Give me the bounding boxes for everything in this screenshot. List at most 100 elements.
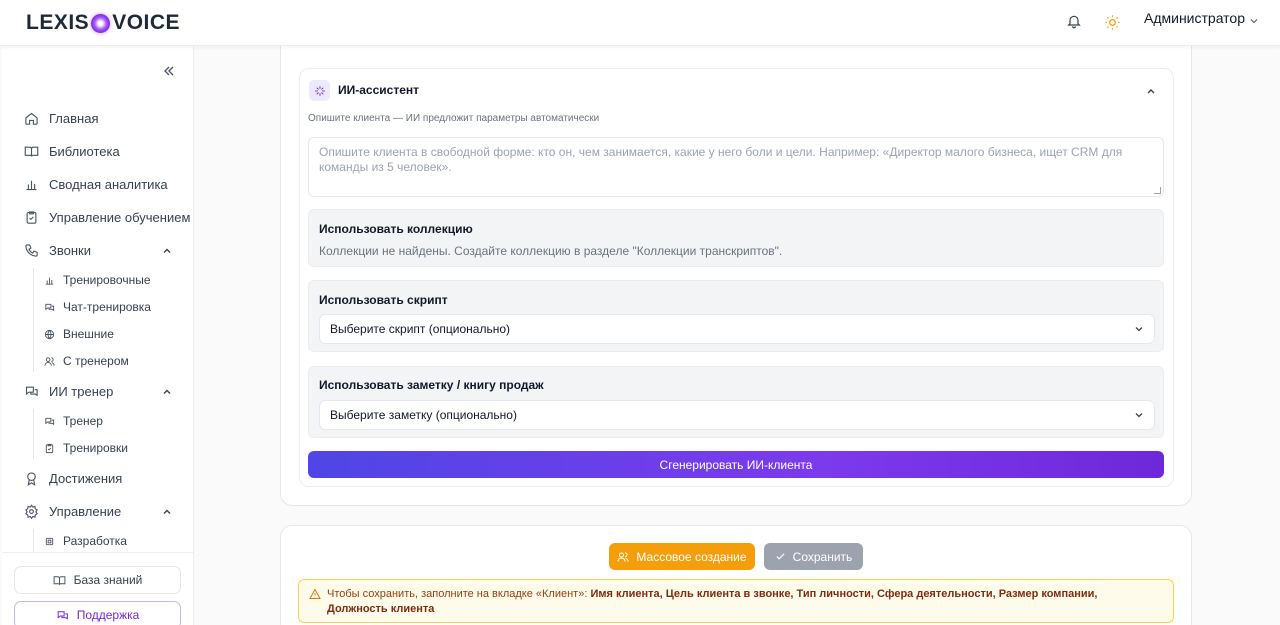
sidebar-item-training-calls[interactable]: Тренировочные: [44, 273, 151, 287]
warning-icon: [309, 588, 321, 599]
sidebar-item-label: Достижения: [49, 471, 123, 486]
chevron-down-icon: [1135, 413, 1143, 418]
users-icon: [617, 551, 629, 562]
sidebar-divider: [2, 552, 193, 553]
save-label: Сохранить: [792, 549, 853, 564]
sidebar-item-trainings[interactable]: Тренировки: [44, 441, 128, 455]
script-select-value: Выберите скрипт (опционально): [330, 322, 511, 336]
sparkles-icon: [309, 80, 330, 101]
knowledge-base-label: База знаний: [73, 573, 143, 587]
sidebar-item-management[interactable]: Управление: [24, 504, 121, 519]
home-icon: [25, 112, 38, 125]
collection-title: Использовать коллекцию: [319, 222, 473, 236]
submenu-line: [33, 529, 34, 553]
chevron-up-icon[interactable]: [162, 387, 172, 397]
clipboard-icon: [45, 443, 54, 453]
collection-empty-text: Коллекции не найдены. Создайте коллекцию…: [319, 244, 783, 258]
users-icon: [44, 356, 55, 366]
sidebar-item-trainer[interactable]: Тренер: [44, 414, 103, 428]
check-icon: [776, 553, 785, 560]
chat-icon: [57, 610, 68, 620]
sidebar-item-label: Тренер: [63, 414, 103, 428]
clipboard-icon: [26, 211, 37, 224]
chevron-down-icon: [1135, 327, 1143, 332]
logo-text-left: LEXIS: [26, 11, 90, 34]
bar-chart-icon: [45, 277, 54, 285]
note-select-value: Выберите заметку (опционально): [330, 408, 517, 422]
support-button[interactable]: Поддержка: [14, 601, 181, 625]
bell-icon[interactable]: [1066, 13, 1082, 29]
knowledge-base-button[interactable]: База знаний: [14, 566, 181, 594]
sidebar-item-label: Чат-тренировка: [63, 300, 151, 314]
chat-icon: [45, 303, 55, 311]
submenu-line: [33, 268, 34, 372]
sidebar-item-library[interactable]: Библиотека: [24, 144, 120, 159]
note-select[interactable]: Выберите заметку (опционально): [319, 400, 1155, 430]
sidebar-item-label: Разработка: [63, 534, 127, 548]
resize-grip-icon[interactable]: [1154, 187, 1161, 194]
sidebar-item-label: Управление обучением: [49, 210, 191, 225]
script-section: Использовать скрипт Выберите скрипт (опц…: [308, 280, 1164, 352]
sidebar-item-label: Внешние: [63, 327, 114, 341]
sidebar-item-label: Тренировочные: [63, 273, 151, 287]
sidebar-item-label: Звонки: [49, 243, 91, 258]
mass-create-button[interactable]: Массовое создание: [609, 543, 755, 570]
sidebar-item-training-management[interactable]: Управление обучением: [24, 210, 190, 225]
phone-icon: [25, 244, 38, 257]
sidebar-item-analytics[interactable]: Сводная аналитика: [24, 177, 168, 192]
validation-warning: Чтобы сохранить, заполните на вкладке «К…: [298, 579, 1174, 623]
sidebar-item-label: Сводная аналитика: [49, 177, 168, 192]
sidebar-item-chat-training[interactable]: Чат-тренировка: [44, 300, 151, 314]
award-icon: [27, 472, 36, 486]
note-title: Использовать заметку / книгу продаж: [319, 378, 544, 392]
gear-icon: [25, 504, 38, 519]
logo-text-right: VOICE: [112, 11, 181, 34]
support-label: Поддержка: [76, 608, 140, 622]
warning-text: Чтобы сохранить, заполните на вкладке «К…: [327, 587, 1157, 617]
sidebar-item-label: Тренировки: [63, 441, 129, 455]
mass-create-label: Массовое создание: [636, 549, 747, 564]
book-icon: [53, 575, 66, 585]
ai-assistant-hint: Опишите клиента — ИИ предложит параметры…: [308, 113, 600, 124]
sidebar: Главная Библиотека Сводная аналитика Упр…: [2, 46, 194, 625]
logo-orb-icon: [91, 13, 111, 33]
script-select[interactable]: Выберите скрипт (опционально): [319, 314, 1155, 344]
client-description-textarea[interactable]: Опишите клиента в свободной форме: кто о…: [308, 137, 1164, 197]
globe-icon: [44, 329, 55, 339]
bar-chart-icon: [26, 180, 37, 191]
sidebar-item-development[interactable]: Разработка: [44, 534, 127, 548]
chevron-up-icon[interactable]: [162, 507, 172, 517]
app: ИИ-ассистент Опишите клиента — ИИ предло…: [0, 0, 1280, 625]
chevron-up-icon[interactable]: [1146, 86, 1156, 96]
sidebar-item-with-trainer[interactable]: С тренером: [44, 354, 129, 368]
user-menu[interactable]: Администратор: [1144, 10, 1259, 26]
sun-icon[interactable]: [1104, 14, 1121, 31]
chevron-up-icon[interactable]: [162, 246, 172, 256]
sidebar-item-label: Библиотека: [49, 144, 120, 159]
script-title: Использовать скрипт: [319, 293, 448, 307]
sidebar-item-ai-trainer[interactable]: ИИ тренер: [24, 384, 113, 399]
sidebar-item-external[interactable]: Внешние: [44, 327, 114, 341]
collapse-sidebar-icon[interactable]: [162, 64, 176, 78]
sidebar-item-achievements[interactable]: Достижения: [24, 471, 122, 486]
note-section: Использовать заметку / книгу продаж Выбе…: [308, 366, 1164, 438]
ai-assistant-title: ИИ-ассистент: [338, 83, 419, 97]
chat-icon: [25, 386, 38, 397]
warning-prefix: Чтобы сохранить, заполните на вкладке «К…: [327, 588, 588, 600]
submenu-line: [33, 409, 34, 459]
sidebar-item-label: Управление: [49, 504, 122, 519]
logo[interactable]: LEXIS VOICE: [26, 11, 181, 34]
cpu-icon: [45, 537, 54, 545]
book-icon: [24, 146, 39, 157]
chevron-down-icon: [1250, 19, 1258, 24]
generate-ai-client-button[interactable]: Сгенерировать ИИ-клиента: [308, 451, 1164, 478]
sidebar-item-home[interactable]: Главная: [24, 111, 98, 126]
sidebar-item-calls[interactable]: Звонки: [24, 243, 91, 258]
top-header: LEXIS VOICE Администратор: [0, 0, 1280, 46]
chat-icon: [45, 417, 55, 425]
sidebar-item-label: ИИ тренер: [49, 384, 114, 399]
save-button[interactable]: Сохранить: [764, 543, 863, 570]
sidebar-item-label: С тренером: [63, 354, 129, 368]
textarea-placeholder: Опишите клиента в свободной форме: кто о…: [319, 145, 1123, 174]
user-name: Администратор: [1144, 10, 1246, 26]
